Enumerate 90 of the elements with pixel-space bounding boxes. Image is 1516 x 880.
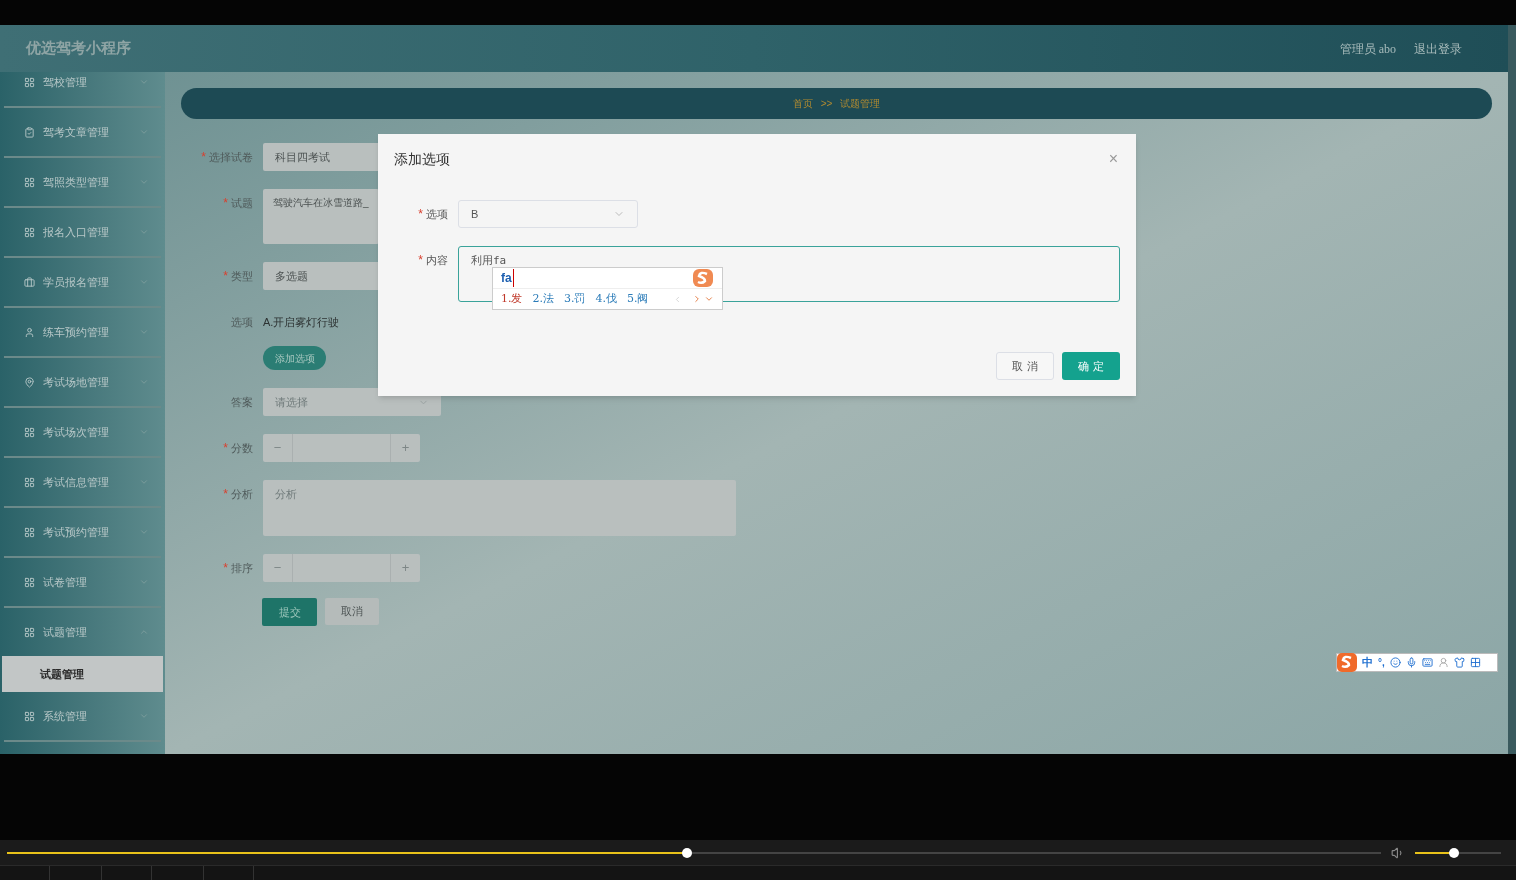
user-icon — [24, 326, 35, 338]
keyboard-icon[interactable] — [1421, 657, 1433, 668]
field-label: 答案 — [231, 394, 253, 410]
clipboard-icon — [24, 126, 35, 138]
select-field[interactable]: 请选择 — [263, 388, 441, 416]
progress-handle[interactable] — [682, 847, 693, 858]
grid-icon — [24, 576, 35, 588]
user-name: 管理员 abo — [1339, 40, 1396, 58]
grid-icon — [24, 76, 35, 88]
close-button[interactable]: × — [1108, 147, 1118, 171]
dialog-title: 添加选项 — [394, 149, 451, 169]
microphone-icon[interactable] — [1405, 657, 1417, 668]
chevron-down-icon — [139, 377, 149, 387]
required-mark: * — [223, 440, 228, 457]
briefcase-icon — [24, 276, 35, 288]
field-label: 选项 — [231, 314, 253, 330]
app-title: 优选驾考小程序 — [26, 38, 132, 59]
dialog-cancel-button[interactable]: 取 消 — [996, 352, 1054, 380]
grid-icon — [24, 626, 35, 638]
text-area[interactable]: 分析 — [263, 480, 736, 536]
submit-button[interactable]: 提交 — [262, 598, 317, 626]
chevron-down-icon — [139, 227, 149, 237]
sidebar-item[interactable]: 考试场地管理 — [4, 358, 161, 408]
chevron-down-icon — [139, 477, 149, 487]
chevron-down-icon — [139, 711, 149, 721]
chevron-down-icon — [139, 127, 149, 137]
sidebar-item[interactable]: 学员报名管理 — [4, 258, 161, 308]
user-icon[interactable] — [1437, 657, 1449, 668]
sidebar-item[interactable]: 试卷管理 — [4, 558, 161, 608]
sidebar-item[interactable]: 系统管理 — [4, 692, 161, 742]
field-label: 排序 — [231, 560, 253, 576]
number-input[interactable]: − + — [263, 554, 420, 582]
punctuation-toggle[interactable]: °, — [1378, 655, 1385, 670]
breadcrumb-link[interactable]: 首页 — [792, 96, 813, 111]
sidebar-subitem[interactable]: 试题管理 — [2, 656, 163, 692]
decrement-button[interactable]: − — [263, 554, 293, 582]
grid-icon — [24, 710, 35, 722]
grid-icon — [24, 476, 35, 488]
chevron-down-icon — [139, 577, 149, 587]
chevron-down-icon — [139, 177, 149, 187]
sidebar-item[interactable]: 考试场次管理 — [4, 408, 161, 458]
grid-icon — [24, 176, 35, 188]
chevron-down-icon — [139, 627, 149, 637]
shirt-icon[interactable] — [1453, 657, 1465, 668]
sidebar-item[interactable]: 考试预约管理 — [4, 508, 161, 558]
breadcrumb-current: 试题管理 — [840, 97, 881, 111]
chevron-down-icon — [139, 327, 149, 337]
required-mark: * — [223, 560, 228, 577]
chevron-down-icon — [139, 527, 149, 537]
option-text: A.开启雾灯行驶 — [263, 314, 340, 330]
chevron-down-icon — [139, 277, 149, 287]
logout-link[interactable]: 退出登录 — [1414, 39, 1462, 58]
sidebar-item[interactable]: 驾照类型管理 — [4, 158, 161, 208]
number-input[interactable]: − + — [263, 434, 420, 462]
field-label: 分数 — [231, 440, 253, 456]
breadcrumb-separator: >> — [820, 97, 833, 111]
required-mark: * — [223, 268, 228, 285]
field-label: 分析 — [231, 486, 253, 502]
field-label: 类型 — [231, 268, 253, 284]
required-mark: * — [223, 486, 228, 503]
add-option-button[interactable]: 添加选项 — [263, 346, 326, 370]
increment-button[interactable]: + — [390, 434, 420, 462]
volume-handle[interactable] — [1448, 847, 1459, 858]
increment-button[interactable]: + — [390, 554, 420, 582]
grid-icon[interactable] — [1469, 657, 1481, 668]
sidebar-item[interactable]: 练车预约管理 — [4, 308, 161, 358]
emoji-icon[interactable] — [1389, 657, 1401, 668]
sidebar-item[interactable]: 考试信息管理 — [4, 458, 161, 508]
required-mark: * — [201, 149, 206, 166]
select-field[interactable]: B — [458, 200, 638, 228]
field-label: 选项 — [426, 206, 448, 222]
grid-icon — [24, 526, 35, 538]
pin-icon — [24, 376, 35, 388]
decrement-button[interactable]: − — [263, 434, 293, 462]
expand-icon[interactable] — [704, 294, 714, 304]
chevron-down-icon — [139, 427, 149, 437]
cancel-button[interactable]: 取消 — [325, 598, 379, 625]
chevron-down-icon — [139, 77, 149, 87]
ime-composition: fa — [501, 269, 514, 287]
sidebar-item[interactable]: 驾考文章管理 — [4, 108, 161, 158]
required-mark: * — [223, 195, 228, 212]
grid-icon — [24, 226, 35, 238]
text-area[interactable]: 驾驶汽车在冰雪道路_ — [263, 189, 379, 244]
next-page-icon[interactable] — [692, 294, 702, 304]
sidebar-item[interactable]: 驾校管理 — [4, 72, 161, 108]
sidebar-item[interactable]: 报名入口管理 — [4, 208, 161, 258]
grid-icon — [24, 426, 35, 438]
input-mode-toggle[interactable]: 中 — [1362, 654, 1373, 671]
required-mark: * — [418, 206, 423, 223]
confirm-button[interactable]: 确 定 — [1062, 352, 1120, 380]
